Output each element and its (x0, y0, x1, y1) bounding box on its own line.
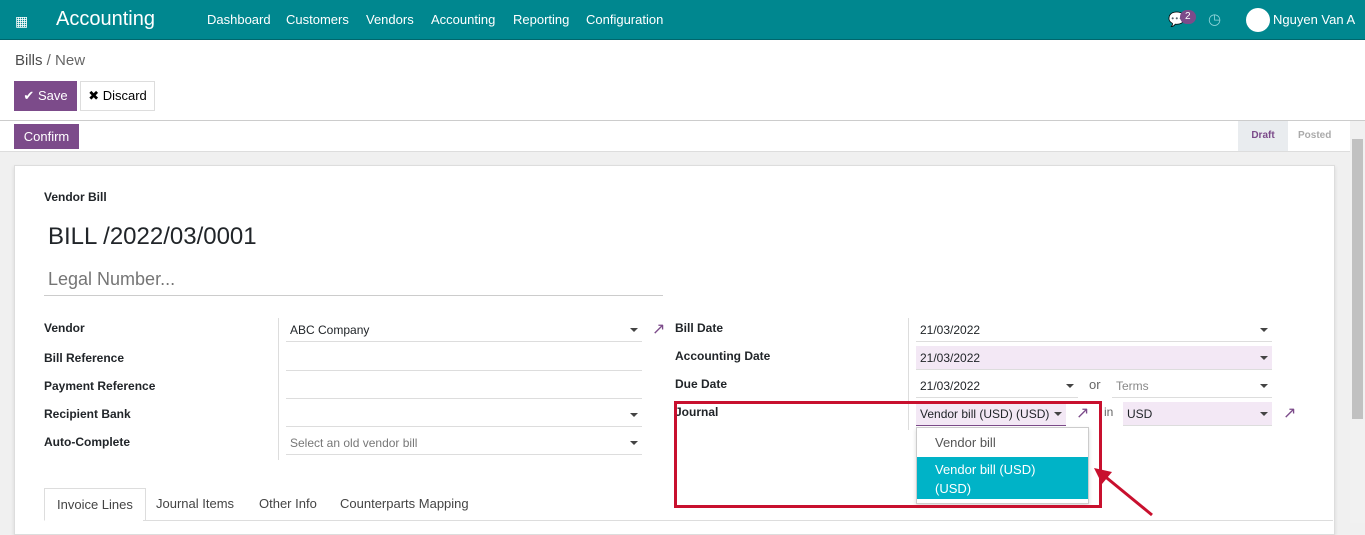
section-label: Vendor Bill (44, 190, 107, 204)
payment-terms-field[interactable]: Terms (1112, 374, 1272, 398)
menu-dashboard[interactable]: Dashboard (207, 12, 271, 27)
chevron-down-icon (1260, 412, 1268, 416)
breadcrumb-bills[interactable]: Bills (15, 52, 43, 69)
chevron-down-icon (1260, 356, 1268, 360)
bill-reference-field[interactable] (286, 347, 642, 371)
scrollbar[interactable] (1350, 121, 1365, 523)
menu-customers[interactable]: Customers (286, 12, 349, 27)
avatar[interactable] (1246, 8, 1270, 32)
accounting-date-label: Accounting Date (675, 349, 771, 363)
auto-complete-field[interactable]: Select an old vendor bill (286, 431, 642, 455)
activity-clock-icon[interactable]: ◷ (1208, 10, 1221, 28)
chevron-down-icon (630, 328, 638, 332)
due-date-label: Due Date (675, 377, 728, 391)
tab-counterparts-mapping[interactable]: Counterparts Mapping (328, 488, 481, 521)
save-button[interactable]: ✔ Save (14, 81, 77, 111)
menu-accounting[interactable]: Accounting (431, 12, 495, 27)
auto-complete-label: Auto-Complete (44, 435, 130, 449)
in-text: in (1104, 405, 1114, 419)
navbar: ▦ Accounting Dashboard Customers Vendors… (0, 0, 1365, 40)
menu-reporting[interactable]: Reporting (513, 12, 569, 27)
vendor-label: Vendor (44, 321, 85, 335)
tab-journal-items[interactable]: Journal Items (144, 488, 246, 521)
bill-date-label: Bill Date (675, 321, 724, 335)
chevron-down-icon (630, 441, 638, 445)
tab-invoice-lines[interactable]: Invoice Lines (44, 488, 146, 521)
legal-number-input[interactable] (44, 264, 663, 296)
user-name[interactable]: Nguyen Van A (1273, 12, 1355, 27)
payment-reference-field[interactable] (286, 375, 642, 399)
currency-field[interactable]: USD (1123, 402, 1272, 426)
external-link-icon[interactable]: ↗ (1283, 403, 1296, 423)
confirm-button[interactable]: Confirm (14, 124, 79, 149)
bill-number: BILL /2022/03/0001 (48, 223, 257, 250)
annotation-box (674, 401, 1102, 508)
divider (278, 318, 279, 460)
chevron-down-icon (1260, 328, 1268, 332)
breadcrumb-current: New (55, 52, 86, 69)
menu-configuration[interactable]: Configuration (586, 12, 663, 27)
tab-other-info[interactable]: Other Info (247, 488, 329, 521)
annotation-arrow (1094, 468, 1153, 517)
bill-reference-label: Bill Reference (44, 351, 125, 365)
app-title[interactable]: Accounting (56, 8, 155, 31)
payment-reference-label: Payment Reference (44, 379, 156, 393)
stage-draft[interactable]: Draft (1238, 121, 1288, 151)
status-bar: Confirm Draft Posted (0, 121, 1350, 152)
vendor-field[interactable]: ABC Company (286, 318, 642, 342)
recipient-bank-field[interactable] (286, 403, 642, 427)
discard-button[interactable]: ✖ Discard (80, 81, 155, 111)
chevron-down-icon (1066, 384, 1074, 388)
message-count-badge: 2 (1180, 10, 1196, 24)
menu-vendors[interactable]: Vendors (366, 12, 414, 27)
apps-menu-icon[interactable]: ▦ (15, 13, 28, 30)
external-link-icon[interactable]: ↗ (652, 319, 665, 339)
chevron-down-icon (630, 413, 638, 417)
accounting-date-field[interactable]: 21/03/2022 (916, 346, 1272, 370)
breadcrumb: Bills / New (15, 52, 86, 69)
chevron-down-icon (1260, 384, 1268, 388)
tab-divider (143, 520, 1333, 521)
control-panel: Bills / New ✔ Save ✖ Discard (0, 40, 1365, 121)
or-text: or (1089, 377, 1101, 392)
due-date-field[interactable]: 21/03/2022 (916, 374, 1078, 398)
stage-posted[interactable]: Posted (1298, 130, 1331, 141)
recipient-bank-label: Recipient Bank (44, 407, 131, 421)
bill-date-field[interactable]: 21/03/2022 (916, 318, 1272, 342)
